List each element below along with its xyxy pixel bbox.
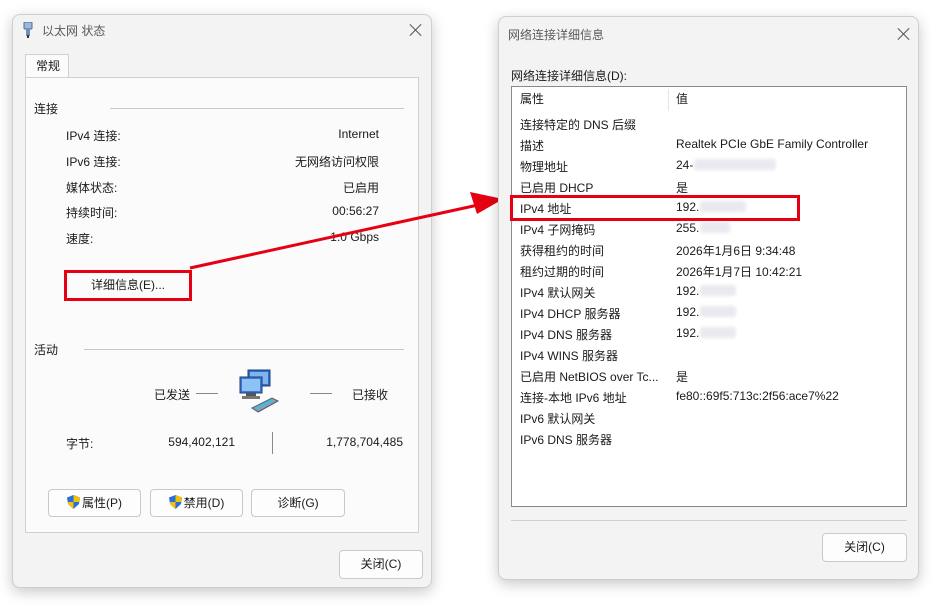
list-item[interactable]: IPv6 默认网关 xyxy=(520,410,595,427)
list-item[interactable]: 获得租约的时间 xyxy=(520,242,604,259)
redacted-mask xyxy=(700,306,737,317)
window-title: 网络连接详细信息 xyxy=(508,28,605,42)
details-list[interactable]: 属性 值 连接特定的 DNS 后缀 描述 Realtek PCIe GbE Fa… xyxy=(510,86,907,507)
redacted-mask xyxy=(700,285,737,296)
list-item[interactable]: 物理地址 xyxy=(520,158,568,175)
close-icon[interactable] xyxy=(897,27,911,41)
list-item-value: 是 xyxy=(676,181,689,195)
list-item-value: 2026年1月7日 10:42:21 xyxy=(676,265,803,279)
divider xyxy=(511,520,907,521)
list-item-value: 255. xyxy=(676,221,731,235)
list-item[interactable]: 租约过期的时间 xyxy=(520,263,604,280)
list-item-value: fe80::69f5:713c:2f56:ace7%22 xyxy=(676,389,839,403)
list-item[interactable]: IPv4 DNS 服务器 xyxy=(520,326,612,343)
column-header-property[interactable]: 属性 xyxy=(520,87,544,111)
list-item-value: 2026年1月6日 9:34:48 xyxy=(676,244,796,258)
redacted-mask xyxy=(700,222,731,233)
list-label: 网络连接详细信息(D): xyxy=(511,69,627,83)
network-details-window: 网络连接详细信息 网络连接详细信息(D): 属性 值 连接特定的 DNS 后缀 … xyxy=(498,16,919,580)
list-item[interactable]: 已启用 DHCP xyxy=(520,179,593,196)
list-item-value: 192. xyxy=(676,284,737,298)
highlight-box xyxy=(510,195,800,221)
list-item[interactable]: IPv4 子网掩码 xyxy=(520,221,595,238)
column-divider[interactable] xyxy=(668,89,669,111)
column-header-value[interactable]: 值 xyxy=(676,87,688,111)
list-item[interactable]: 连接-本地 IPv6 地址 xyxy=(520,389,627,406)
list-item-value: 192. xyxy=(676,305,737,319)
list-item-value: 192. xyxy=(676,326,737,340)
list-item-value: 24- xyxy=(676,158,777,172)
list-item[interactable]: 连接特定的 DNS 后缀 xyxy=(520,116,636,133)
close-button[interactable]: 关闭(C) xyxy=(822,533,907,562)
list-item-value: Realtek PCIe GbE Family Controller xyxy=(676,137,869,151)
list-item[interactable]: IPv6 DNS 服务器 xyxy=(520,431,612,448)
list-item[interactable]: IPv4 默认网关 xyxy=(520,284,595,301)
list-item[interactable]: IPv4 DHCP 服务器 xyxy=(520,305,620,322)
list-item-value: 是 xyxy=(676,370,689,384)
list-item[interactable]: IPv4 WINS 服务器 xyxy=(520,347,618,364)
redacted-mask xyxy=(694,159,777,170)
redacted-mask xyxy=(700,327,737,338)
list-item[interactable]: 已启用 NetBIOS over Tc... xyxy=(520,368,658,385)
list-item[interactable]: 描述 xyxy=(520,137,544,154)
